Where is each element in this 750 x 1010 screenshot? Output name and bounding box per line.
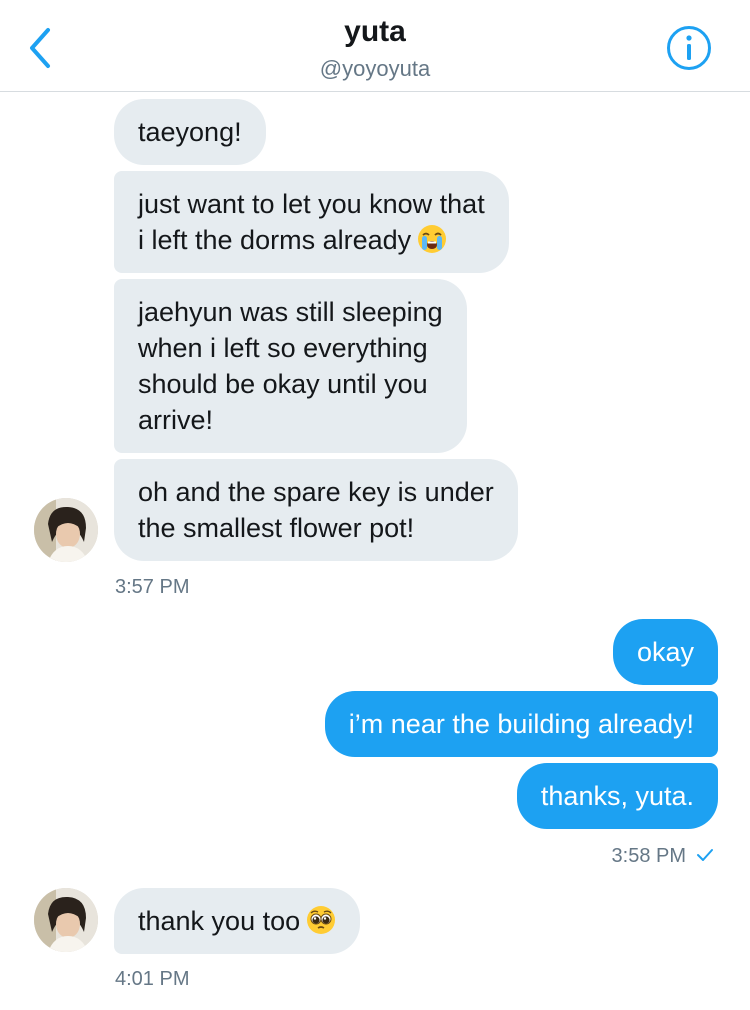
incoming-message[interactable]: taeyong! — [114, 99, 266, 165]
incoming-message[interactable]: jaehyun was still sleeping when i left s… — [114, 279, 467, 453]
loudly-crying-face-icon — [417, 224, 447, 254]
message-timestamp: 3:58 PM — [611, 845, 686, 867]
info-icon — [667, 26, 711, 70]
message-text: oh and the spare key is under the smalle… — [138, 477, 494, 543]
info-button[interactable] — [665, 24, 713, 72]
checkmark-icon — [696, 845, 714, 861]
message-text: thanks, yuta. — [540, 781, 694, 811]
message-timestamp: 4:01 PM — [115, 968, 190, 990]
outgoing-message[interactable]: i’m near the building already! — [324, 691, 718, 757]
conversation-title[interactable]: yuta — [0, 15, 750, 49]
message-text: i’m near the building already! — [348, 709, 694, 739]
message-text: taeyong! — [138, 117, 242, 147]
message-text: okay — [636, 637, 694, 667]
message-thread[interactable]: taeyong! just want to let you know that … — [0, 93, 750, 1010]
outgoing-message[interactable]: thanks, yuta. — [516, 763, 718, 829]
pleading-face-icon — [306, 905, 336, 935]
incoming-message[interactable]: thank you too — [114, 888, 361, 954]
conversation-handle[interactable]: @yoyoyuta — [0, 56, 750, 82]
avatar[interactable] — [34, 888, 98, 952]
conversation-header: yuta @yoyoyuta — [0, 0, 750, 92]
message-text: thank you too — [138, 906, 301, 936]
incoming-message[interactable]: just want to let you know that i left th… — [114, 171, 509, 273]
message-timestamp: 3:57 PM — [115, 576, 190, 598]
outgoing-message[interactable]: okay — [612, 619, 718, 685]
message-timestamp-row: 3:58 PM — [612, 845, 714, 868]
incoming-message[interactable]: oh and the spare key is under the smalle… — [114, 459, 518, 561]
message-text: jaehyun was still sleeping when i left s… — [138, 297, 443, 435]
avatar[interactable] — [34, 498, 98, 562]
